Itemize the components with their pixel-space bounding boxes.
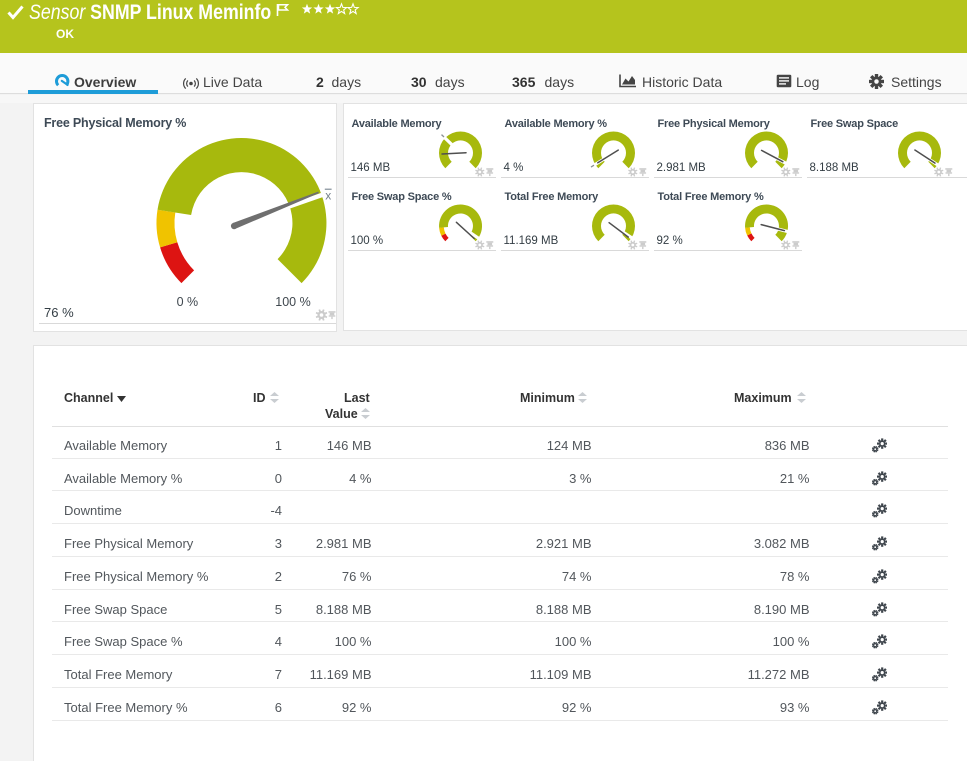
svg-text:x: x	[325, 188, 331, 202]
svg-text:100 %: 100 %	[275, 295, 310, 309]
svg-text:0 %: 0 %	[177, 295, 199, 309]
